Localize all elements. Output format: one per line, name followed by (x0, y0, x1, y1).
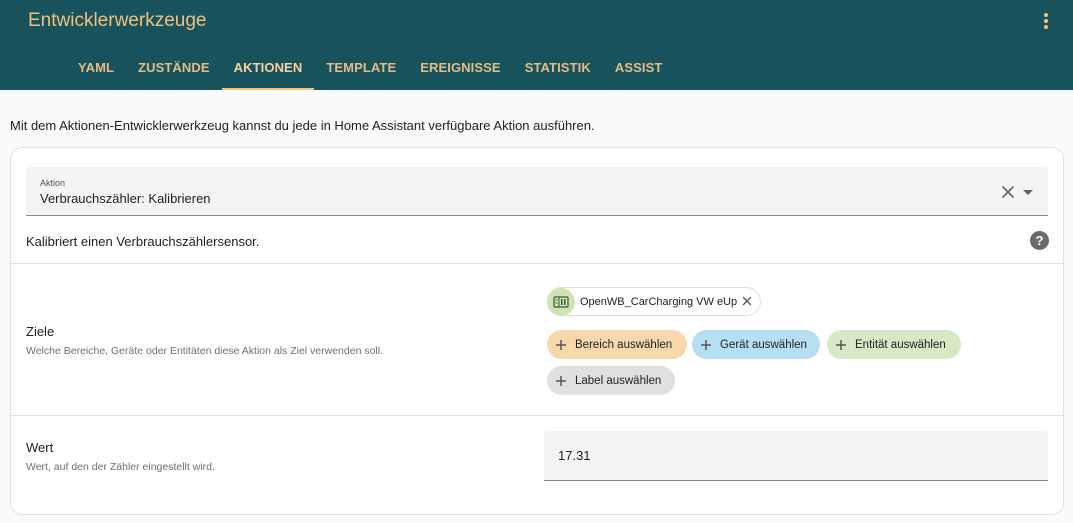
divider (11, 263, 1063, 264)
targets-title: Ziele (26, 324, 55, 339)
add-entity-button[interactable]: Entität auswählen (827, 330, 961, 359)
divider (11, 415, 1063, 416)
more-vert-icon[interactable] (1036, 10, 1056, 32)
add-label-button[interactable]: Label auswählen (547, 366, 675, 395)
tab-states[interactable]: Zustände (126, 46, 222, 90)
chevron-down-icon[interactable] (1023, 190, 1033, 195)
action-select[interactable]: Aktion Verbrauchszähler: Kalibrieren (26, 167, 1048, 216)
value-input[interactable]: 17.31 (544, 431, 1048, 481)
target-entity-chip[interactable]: OpenWB_CarCharging VW eUp (547, 287, 761, 316)
app-header: Entwicklerwerkzeuge YAML Zustände Aktion… (0, 0, 1073, 90)
close-icon[interactable] (1001, 185, 1015, 199)
target-entity-name: OpenWB_CarCharging VW eUp (580, 295, 738, 308)
plus-icon (547, 375, 575, 387)
intro-text: Mit dem Aktionen-Entwicklerwerkzeug kann… (10, 118, 595, 133)
action-select-label: Aktion (40, 178, 66, 188)
add-device-button[interactable]: Gerät auswählen (692, 330, 820, 359)
tab-events[interactable]: Ereignisse (408, 46, 512, 90)
tab-bar: YAML Zustände Aktionen Template Ereignis… (66, 46, 674, 90)
add-area-button[interactable]: Bereich auswählen (547, 330, 687, 359)
action-select-value: Verbrauchszähler: Kalibrieren (40, 191, 211, 206)
meter-icon (547, 287, 575, 316)
action-description: Kalibriert einen Verbrauchszählersensor. (26, 234, 260, 249)
help-circle-icon[interactable]: ? (1030, 231, 1049, 250)
plus-icon (547, 339, 575, 351)
remove-icon[interactable] (742, 296, 752, 306)
add-area-label: Bereich auswählen (575, 338, 673, 351)
targets-subtitle: Welche Bereiche, Geräte oder Entitäten d… (26, 345, 383, 357)
tab-assist[interactable]: Assist (603, 46, 675, 90)
tab-statistics[interactable]: Statistik (513, 46, 603, 90)
tab-yaml[interactable]: YAML (66, 46, 126, 90)
tab-template[interactable]: Template (314, 46, 408, 90)
page-title: Entwicklerwerkzeuge (28, 10, 207, 31)
add-label-label: Label auswählen (575, 374, 662, 387)
action-card: Aktion Verbrauchszähler: Kalibrieren Kal… (10, 147, 1064, 515)
value-subtitle: Wert, auf den der Zähler eingestellt wir… (26, 461, 215, 473)
add-entity-label: Entität auswählen (855, 338, 946, 351)
value-title: Wert (26, 440, 54, 455)
value-input-text: 17.31 (558, 448, 591, 463)
tab-actions[interactable]: Aktionen (221, 46, 315, 90)
add-device-label: Gerät auswählen (720, 338, 807, 351)
plus-icon (827, 339, 855, 351)
plus-icon (692, 339, 720, 351)
